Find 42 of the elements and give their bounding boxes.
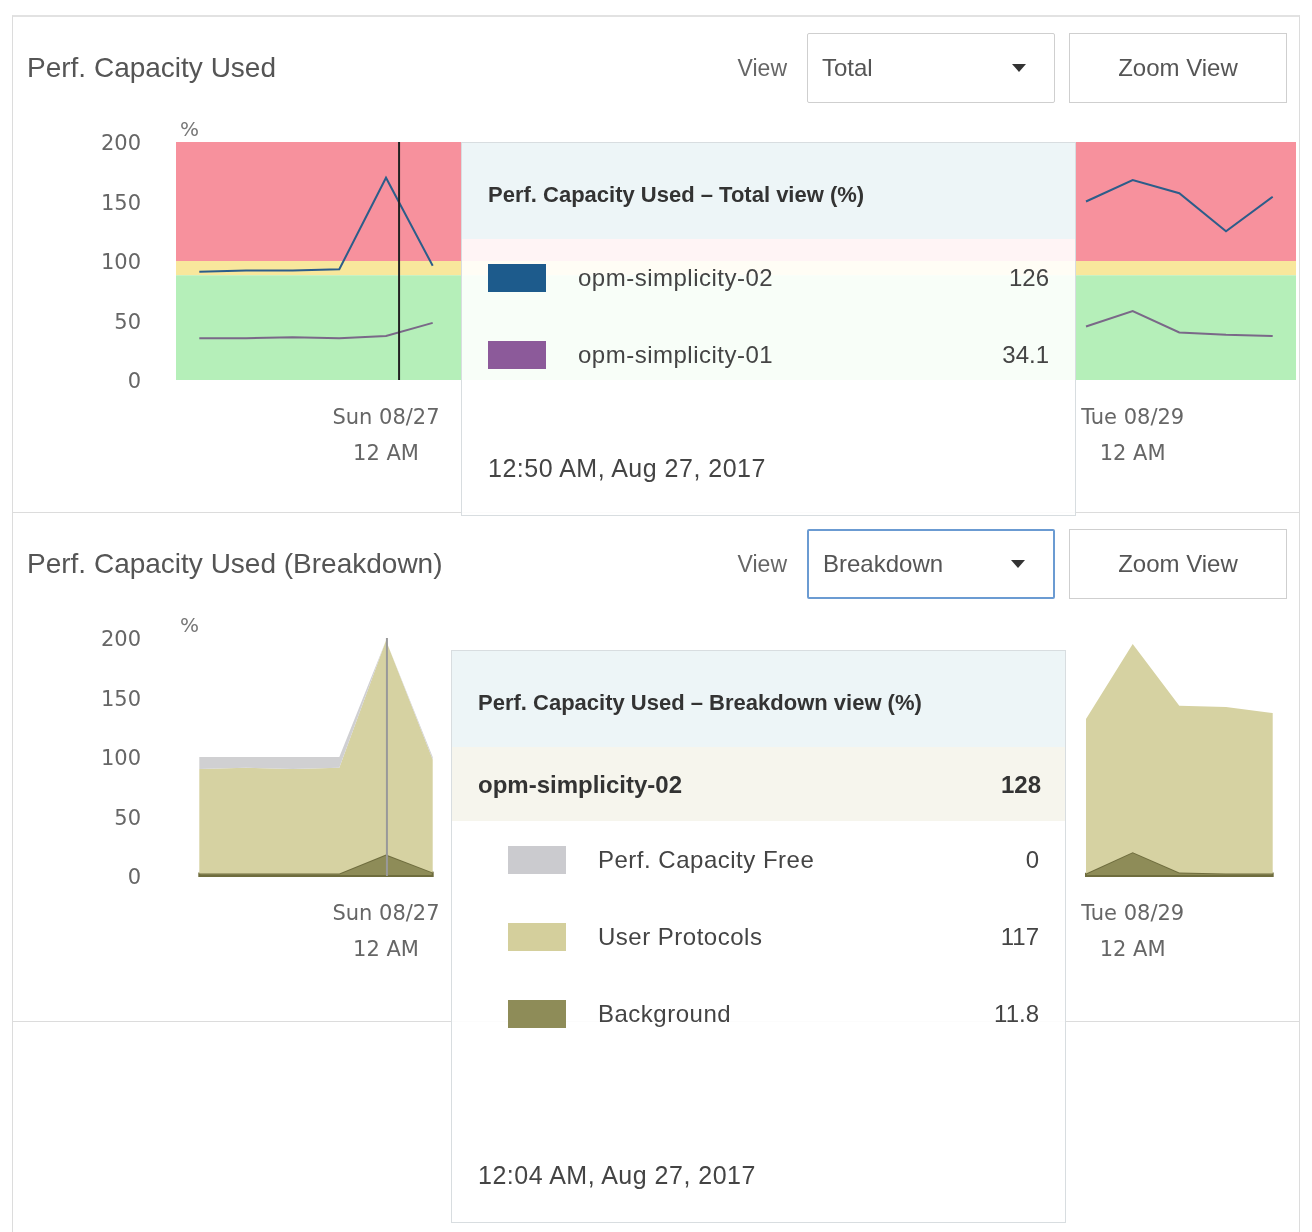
axis-tick-label: 200 (100, 131, 141, 155)
view-dropdown[interactable]: Total (807, 33, 1055, 103)
axis-tick-label: 150 (100, 686, 141, 711)
axis-tick-label: Tue 08/29 12 AM (1081, 901, 1185, 961)
axis-tick-label: 50 (114, 805, 141, 830)
view-dropdown[interactable]: Breakdown (807, 529, 1055, 599)
view-label: View (737, 550, 787, 578)
series-value: 34.1 (1002, 340, 1049, 369)
series-name: opm-simplicity-01 (578, 340, 775, 369)
series-value: 11.8 (994, 999, 1039, 1028)
series-value: 0 (1025, 845, 1039, 874)
axis-tick-label: 100 (100, 250, 141, 274)
series-name: User Protocols (598, 922, 764, 951)
chart-title: Perf. Capacity Used (27, 52, 277, 84)
group-name: opm-simplicity-02 (478, 771, 683, 799)
axis-tick-label: Tue 08/29 12 AM (1081, 405, 1185, 465)
series-name: Background (598, 999, 733, 1028)
axis-unit-label: % (180, 613, 199, 637)
chart-title: Perf. Capacity Used (Breakdown) (27, 548, 444, 580)
caret-icon (1011, 560, 1025, 568)
axis-tick-label: 50 (114, 309, 141, 334)
axis-tick-label: Sun 08/27 12 AM (332, 901, 440, 961)
axis-tick-label: 200 (100, 627, 141, 651)
zoom-view-button[interactable]: Zoom View (1069, 529, 1287, 599)
axis-tick-label: 0 (127, 865, 141, 889)
axis-tick-label: Sun 08/27 12 AM (332, 405, 440, 465)
series-value: 126 (1008, 263, 1049, 292)
tooltip-title: Perf. Capacity Used – Total view (%) (462, 143, 1075, 239)
series-name: opm-simplicity-02 (578, 263, 775, 292)
axis-tick-label: 100 (100, 746, 141, 770)
axis-tick-label: 150 (100, 190, 141, 215)
caret-icon (1012, 64, 1026, 72)
zoom-view-button[interactable]: Zoom View (1069, 33, 1287, 103)
series-name: Perf. Capacity Free (598, 845, 816, 874)
tooltip-time: 12:04 AM, Aug 27, 2017 (477, 1161, 757, 1191)
tooltip-title: Perf. Capacity Used – Breakdown view (%) (452, 651, 1065, 747)
axis-tick-label: 0 (127, 369, 141, 393)
group-value: 128 (1000, 771, 1041, 799)
series-value: 117 (1000, 922, 1039, 951)
axis-unit-label: % (180, 117, 199, 141)
tooltip-time: 12:50 AM, Aug 27, 2017 (487, 454, 767, 484)
view-label: View (737, 54, 787, 82)
